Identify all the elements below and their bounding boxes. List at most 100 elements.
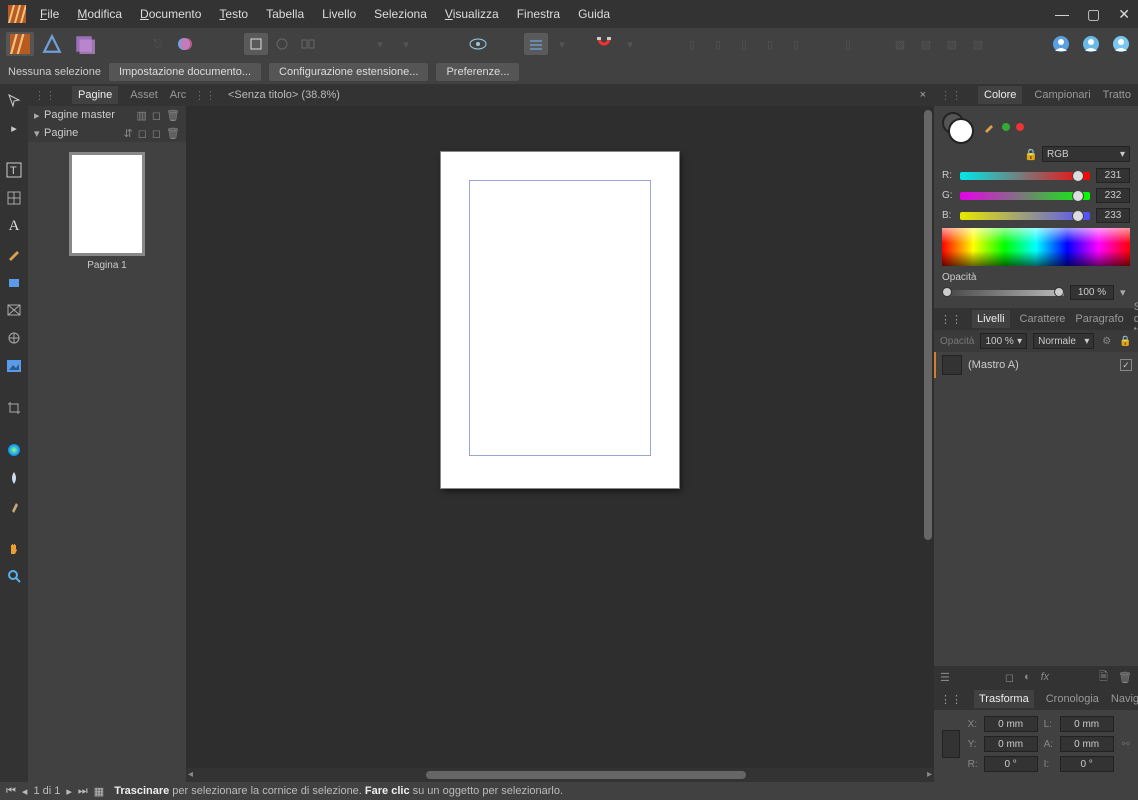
b-value[interactable]: 233 (1096, 208, 1130, 223)
pages-icon1[interactable]: ⇵ (124, 127, 133, 140)
anchor-selector[interactable] (942, 730, 960, 758)
hscroll-right-icon[interactable]: ▸ (927, 769, 932, 780)
tab-paragraph[interactable]: Paragrafo (1075, 313, 1123, 325)
move-tool-icon[interactable] (4, 90, 24, 110)
menu-view[interactable]: Visualizza (445, 7, 499, 21)
tab-swatches[interactable]: Campionari (1034, 89, 1090, 101)
shape-tool-icon[interactable] (4, 328, 24, 348)
doc-close-icon[interactable]: × (920, 89, 926, 101)
snapping-icon[interactable] (592, 33, 616, 55)
preview-icon[interactable] (466, 33, 490, 55)
persona-designer[interactable] (38, 32, 66, 56)
tab-pages[interactable]: Pagine (72, 86, 118, 104)
view-spread-icon[interactable] (296, 33, 320, 55)
open-file-icon[interactable]: ⎋ (146, 33, 170, 55)
opacity-dd-icon[interactable]: ▾ (1120, 286, 1130, 299)
menu-window[interactable]: Finestra (517, 7, 560, 21)
recent-red-icon[interactable] (1016, 123, 1024, 131)
horizontal-scrollbar[interactable]: ◂ ▸ (186, 768, 934, 782)
transparency-tool-icon[interactable] (4, 468, 24, 488)
h-input[interactable]: 0 mm (1060, 736, 1114, 752)
crop-tool-icon[interactable] (4, 398, 24, 418)
link-wh-icon[interactable]: ⚯ (1122, 739, 1130, 750)
delete-layer-icon[interactable]: 🗑 (1118, 671, 1132, 684)
table-tool-icon[interactable] (4, 188, 24, 208)
menu-select[interactable]: Seleziona (374, 7, 427, 21)
s-input[interactable]: 0 ° (1060, 756, 1114, 772)
master-icon3[interactable]: 🗑 (166, 109, 180, 122)
w-input[interactable]: 0 mm (1060, 716, 1114, 732)
tab-color[interactable]: Colore (978, 86, 1022, 104)
preferences-button[interactable]: Preferenze... (436, 63, 519, 81)
blend-mode-select[interactable]: Normale▾ (1033, 333, 1094, 349)
order1-icon[interactable]: ▧ (888, 33, 912, 55)
document-tab[interactable]: <Senza titolo> (38.8%) (222, 87, 346, 103)
dist-h-icon[interactable]: ▯ (836, 33, 860, 55)
g-slider[interactable] (960, 192, 1090, 200)
add-layer-icon[interactable]: 🗎 (1099, 668, 1108, 687)
panel-grip-icon[interactable]: ⋮⋮ (34, 89, 56, 102)
align-m-icon[interactable]: ▯ (784, 33, 808, 55)
tab-character[interactable]: Carattere (1020, 313, 1066, 325)
zoom-tool-icon[interactable] (4, 566, 24, 586)
hue-picker[interactable] (942, 228, 1130, 266)
tab-stroke[interactable]: Tratto (1103, 89, 1131, 101)
pen-tool-icon[interactable] (4, 244, 24, 264)
order4-icon[interactable]: ▧ (966, 33, 990, 55)
doc-grip-icon[interactable]: ⋮⋮ (194, 89, 216, 102)
y-input[interactable]: 0 mm (984, 736, 1038, 752)
tab-navigator[interactable]: Navigatore (1111, 693, 1138, 705)
master-icon2[interactable]: ◻ (152, 109, 161, 122)
transform-grip-icon[interactable]: ⋮⋮ (940, 693, 962, 706)
page[interactable] (441, 152, 679, 488)
rectangle-tool-icon[interactable] (4, 272, 24, 292)
x-input[interactable]: 0 mm (984, 716, 1038, 732)
menu-table[interactable]: Tabella (266, 7, 304, 21)
master-toggle-icon[interactable]: ▸ (34, 109, 44, 122)
pages-icon2[interactable]: ◻ (138, 127, 147, 140)
window-minimize-icon[interactable]: — (1055, 6, 1069, 23)
pages-icon3[interactable]: ◻ (152, 127, 161, 140)
picture-frame-icon[interactable] (4, 300, 24, 320)
menu-document[interactable]: Documento (140, 7, 201, 21)
tab-asset[interactable]: Asset (130, 89, 158, 101)
page-thumbnail[interactable] (69, 152, 145, 256)
color-mode-select[interactable]: RGB▾ (1042, 146, 1130, 162)
recent-green-icon[interactable] (1002, 123, 1010, 131)
view-facing-icon[interactable] (270, 33, 294, 55)
pages-icon4[interactable]: 🗑 (166, 127, 180, 140)
layers-grip-icon[interactable]: ⋮⋮ (940, 313, 962, 326)
next-page-icon[interactable]: ▸ (66, 785, 72, 798)
fill-tool-icon[interactable] (4, 440, 24, 460)
b-slider[interactable] (960, 212, 1090, 220)
account1-icon[interactable] (1050, 33, 1072, 55)
tab-layers[interactable]: Livelli (972, 310, 1010, 328)
text-frame-tool-icon[interactable]: T (4, 160, 24, 180)
menu-text[interactable]: Testo (219, 7, 248, 21)
g-value[interactable]: 232 (1096, 188, 1130, 203)
opacity-value[interactable]: 100 % (1070, 285, 1114, 300)
r-slider[interactable] (960, 172, 1090, 180)
prev-page-icon[interactable]: ◂ (22, 785, 28, 798)
view-single-icon[interactable] (244, 33, 268, 55)
window-close-icon[interactable]: ✕ (1118, 6, 1130, 23)
defaults-icon[interactable] (172, 33, 196, 55)
vertical-scrollbar[interactable] (922, 106, 934, 768)
persona-photo[interactable] (70, 32, 98, 56)
canvas[interactable] (186, 106, 934, 768)
first-page-icon[interactable]: ⏮ (6, 785, 16, 798)
hscroll-left-icon[interactable]: ◂ (188, 769, 193, 780)
menu-edit[interactable]: Modifica (77, 7, 122, 21)
baseline-icon[interactable] (524, 33, 548, 55)
color-swatch[interactable] (942, 112, 976, 142)
snapping-opts-icon[interactable]: ▾ (618, 33, 642, 55)
doc-setup-button[interactable]: Impostazione documento... (109, 63, 261, 81)
layer-cog-icon[interactable]: ⚙ (1100, 334, 1113, 348)
opacity-slider[interactable] (942, 290, 1064, 296)
adjust-icon[interactable]: ◐ (1024, 671, 1031, 683)
arrange-icon[interactable]: ▾ (368, 33, 392, 55)
menu-help[interactable]: Guida (578, 7, 610, 21)
tab-history[interactable]: Cronologia (1046, 693, 1099, 705)
layer-visible-checkbox[interactable]: ✓ (1120, 359, 1132, 371)
menu-file[interactable]: FFileile (40, 7, 59, 21)
